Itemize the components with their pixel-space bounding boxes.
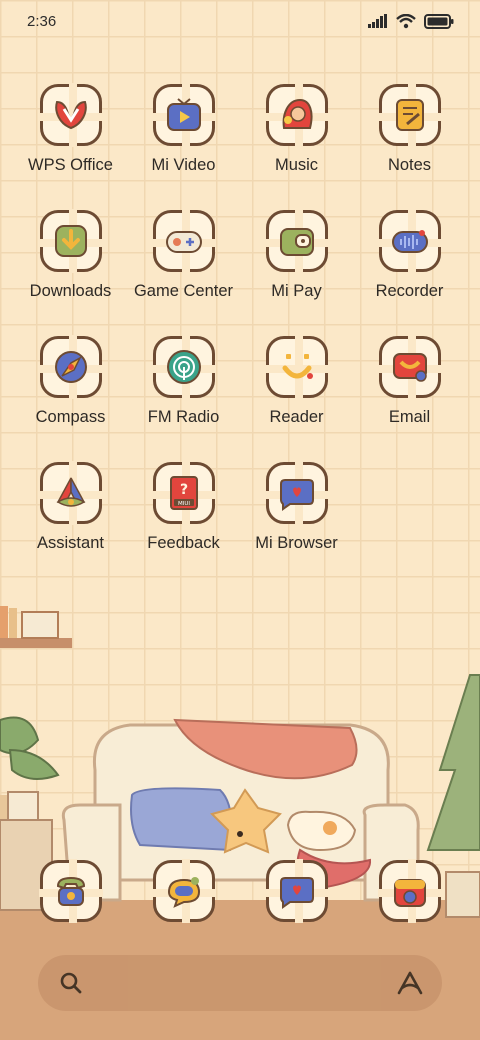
notes-icon [377,83,442,147]
search-icon [60,972,82,994]
app-game-center[interactable]: Game Center [127,209,240,301]
app-label: FM Radio [147,408,220,426]
mi-pay-icon [264,209,329,273]
app-label: Music [274,156,319,174]
feedback-icon: ? MIUI [151,461,216,525]
app-label: Compass [35,408,106,426]
mi-browser-icon [264,461,329,525]
app-mi-browser[interactable]: Mi Browser [240,461,353,553]
app-label: Mi Video [151,156,216,174]
dock-messages[interactable] [127,859,240,923]
app-label: Assistant [37,534,104,552]
signal-icon [368,14,387,28]
app-downloads[interactable]: Downloads [14,209,127,301]
game-center-icon [151,209,216,273]
status-icons [368,12,454,30]
status-bar: 2:36 [0,0,480,44]
status-time: 2:36 [27,13,57,30]
wps-office-icon [38,83,103,147]
app-assistant[interactable]: Assistant [14,461,127,553]
battery-icon [424,13,454,29]
mi-video-icon [151,83,216,147]
feedback-badge: MIUI [177,501,189,507]
compass-icon [38,335,103,399]
music-icon [264,83,329,147]
app-label: Notes [387,156,432,174]
email-icon [377,335,442,399]
app-mi-video[interactable]: Mi Video [127,83,240,175]
fm-radio-icon [151,335,216,399]
dock-camera[interactable] [353,859,466,923]
messages-icon [151,859,216,923]
search-bar[interactable] [38,955,442,1011]
app-label: Email [388,408,431,426]
browser-icon [264,859,329,923]
app-label: Reader [269,408,324,426]
app-fm-radio[interactable]: FM Radio [127,335,240,427]
app-email[interactable]: Email [353,335,466,427]
downloads-icon [38,209,103,273]
app-mi-pay[interactable]: Mi Pay [240,209,353,301]
app-label: WPS Office [28,156,113,174]
assistant-icon [38,461,103,525]
dock [0,859,480,930]
app-feedback[interactable]: ? MIUI Feedback [127,461,240,553]
app-label: Mi Browser [255,534,338,552]
dock-browser[interactable] [240,859,353,923]
app-label: Feedback [147,534,220,552]
phone-icon [38,859,103,923]
assistant-logo-icon[interactable] [396,970,424,996]
recorder-icon [377,209,442,273]
app-notes[interactable]: Notes [353,83,466,175]
app-label: Mi Pay [271,282,322,300]
app-compass[interactable]: Compass [14,335,127,427]
app-label: Game Center [133,282,234,300]
app-reader[interactable]: Reader [240,335,353,427]
dock-phone[interactable] [14,859,127,923]
app-music[interactable]: Music [240,83,353,175]
app-label: Downloads [29,282,112,300]
svg-text:?: ? [179,482,187,498]
app-label: Recorder [375,282,444,300]
camera-icon [377,859,442,923]
app-wps-office[interactable]: WPS Office [14,83,127,175]
app-recorder[interactable]: Recorder [353,209,466,301]
wifi-icon [396,13,416,28]
reader-icon [264,335,329,399]
